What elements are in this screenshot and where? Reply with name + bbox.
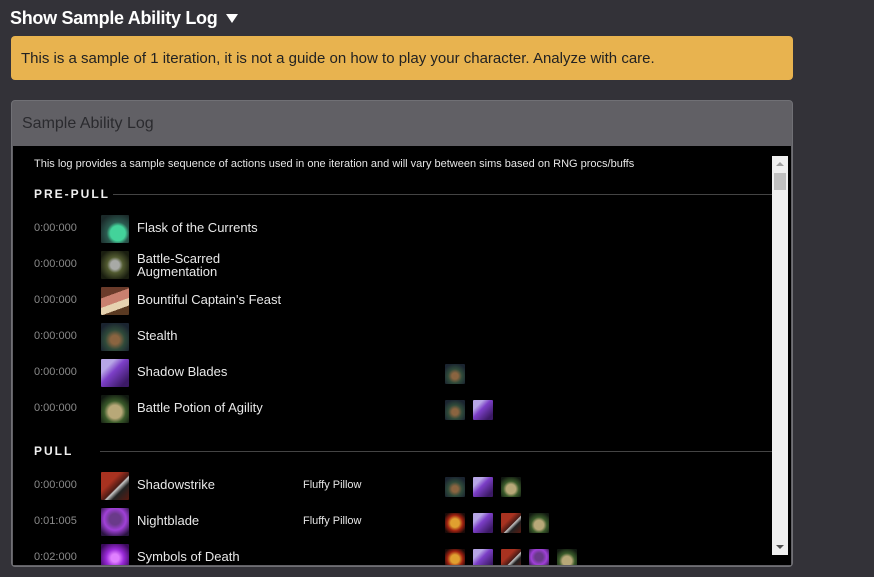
log-row: 0:00:000 Bountiful Captain's Feast bbox=[13, 285, 773, 317]
log-row: 0:00:000 Battle-Scarred Augmentation bbox=[13, 249, 773, 281]
shadowstrike-icon bbox=[101, 472, 129, 500]
panel-title: Sample Ability Log bbox=[22, 114, 154, 132]
row-time: 0:00:000 bbox=[34, 479, 77, 491]
log-intro: This log provides a sample sequence of a… bbox=[34, 158, 635, 170]
log-body: This log provides a sample sequence of a… bbox=[13, 146, 791, 565]
flask-of-the-currents-icon bbox=[101, 215, 129, 243]
log-row: 0:00:000 Flask of the Currents bbox=[13, 213, 773, 245]
row-ability-name: Nightblade bbox=[137, 513, 200, 528]
stealth-icon[interactable] bbox=[445, 364, 465, 384]
row-time: 0:00:000 bbox=[34, 366, 77, 378]
nightblade-icon bbox=[101, 508, 129, 536]
shadowstrike-icon[interactable] bbox=[501, 549, 521, 565]
shadow-blades-icon[interactable] bbox=[473, 513, 493, 533]
row-time: 0:00:000 bbox=[34, 258, 77, 270]
warning-text: This is a sample of 1 iteration, it is n… bbox=[21, 49, 655, 67]
battle-potion-of-agility-icon[interactable] bbox=[557, 549, 577, 565]
section-divider bbox=[100, 451, 773, 452]
log-row: 0:00:000 Shadow Blades bbox=[13, 357, 773, 389]
battle-potion-of-agility-icon bbox=[101, 395, 129, 423]
shadow-blades-icon[interactable] bbox=[473, 400, 493, 420]
nightblade-icon[interactable] bbox=[529, 549, 549, 565]
log-row: 0:00:000 Stealth bbox=[13, 321, 773, 353]
row-buffs bbox=[445, 477, 521, 497]
shadow-blades-icon[interactable] bbox=[473, 477, 493, 497]
row-time: 0:00:000 bbox=[34, 330, 77, 342]
scroll-down-arrow-icon[interactable] bbox=[776, 545, 784, 549]
row-ability-name: Bountiful Captain's Feast bbox=[137, 292, 282, 307]
scroll-up-arrow-icon[interactable] bbox=[776, 162, 784, 166]
row-target: Fluffy Pillow bbox=[303, 479, 362, 491]
row-ability-name: Stealth bbox=[137, 328, 178, 343]
scrollbar-thumb[interactable] bbox=[774, 173, 786, 190]
row-target: Fluffy Pillow bbox=[303, 515, 362, 527]
row-buffs bbox=[445, 549, 577, 565]
row-ability-name: Battle-Scarred Augmentation bbox=[137, 251, 221, 279]
toggle-title: Show Sample Ability Log bbox=[10, 8, 218, 28]
warning-banner: This is a sample of 1 iteration, it is n… bbox=[11, 36, 793, 80]
row-buffs bbox=[445, 400, 493, 420]
stealth-icon bbox=[101, 323, 129, 351]
shadow-blades-icon bbox=[101, 359, 129, 387]
log-scrollbar[interactable] bbox=[772, 156, 788, 555]
battle-potion-of-agility-icon[interactable] bbox=[501, 477, 521, 497]
shadow-blades-icon[interactable] bbox=[473, 549, 493, 565]
row-buffs bbox=[445, 364, 465, 384]
section-header-pull: PULL bbox=[34, 444, 74, 458]
row-time: 0:01:005 bbox=[34, 515, 77, 527]
row-time: 0:00:000 bbox=[34, 222, 77, 234]
log-row: 0:00:000 Battle Potion of Agility bbox=[13, 393, 773, 425]
row-ability-name: Shadowstrike bbox=[137, 477, 216, 492]
row-ability-name: Battle Potion of Agility bbox=[137, 400, 263, 415]
bloodlust-icon[interactable] bbox=[445, 549, 465, 565]
caret-down-icon bbox=[226, 14, 239, 23]
row-ability-name: Symbols of Death bbox=[137, 549, 240, 564]
row-ability-name: Flask of the Currents bbox=[137, 220, 258, 235]
row-time: 0:00:000 bbox=[34, 294, 77, 306]
show-sample-ability-log-toggle[interactable]: Show Sample Ability Log bbox=[10, 8, 239, 29]
bloodlust-icon[interactable] bbox=[445, 513, 465, 533]
shadowstrike-icon[interactable] bbox=[501, 513, 521, 533]
log-row: 0:00:000 Shadowstrike Fluffy Pillow bbox=[13, 470, 773, 502]
symbols-of-death-icon bbox=[101, 544, 129, 565]
sample-ability-log-panel: Sample Ability Log This log provides a s… bbox=[11, 100, 793, 567]
stealth-icon[interactable] bbox=[445, 477, 465, 497]
row-time: 0:02:000 bbox=[34, 551, 77, 563]
row-ability-name: Shadow Blades bbox=[137, 364, 228, 379]
row-time: 0:00:000 bbox=[34, 402, 77, 414]
log-row: 0:02:000 Symbols of Death bbox=[13, 542, 773, 565]
section-header-pre-pull: PRE-PULL bbox=[34, 187, 110, 201]
section-divider bbox=[113, 194, 773, 195]
row-buffs bbox=[445, 513, 549, 533]
log-row: 0:01:005 Nightblade Fluffy Pillow bbox=[13, 506, 773, 538]
bountiful-captains-feast-icon bbox=[101, 287, 129, 315]
stealth-icon[interactable] bbox=[445, 400, 465, 420]
battle-scarred-augmentation-icon bbox=[101, 251, 129, 279]
battle-potion-of-agility-icon[interactable] bbox=[529, 513, 549, 533]
